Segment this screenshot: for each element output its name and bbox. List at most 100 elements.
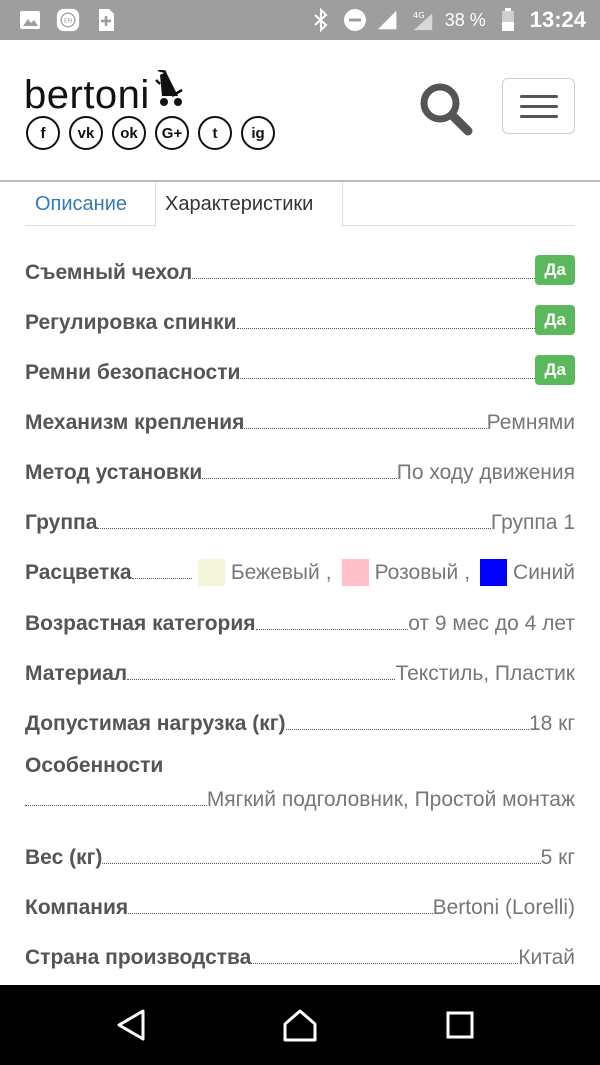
property-value: Текстиль, Пластик <box>395 662 575 685</box>
yes-badge: Да <box>535 355 575 385</box>
sim-notification-icon <box>94 8 118 32</box>
stroller-logo-icon <box>152 68 188 113</box>
property-name: Расцветка <box>25 561 132 584</box>
property-row: Компания Bertoni (Lorelli) <box>25 887 575 921</box>
svg-text:EN: EN <box>64 18 72 25</box>
color-swatch <box>341 559 369 586</box>
bluetooth-icon <box>309 8 333 32</box>
property-name: Метод установки <box>25 461 203 484</box>
dot-leader <box>192 278 536 279</box>
property-name: Особенности <box>25 754 164 777</box>
dot-leader <box>240 378 536 379</box>
clock: 13:24 <box>529 7 586 32</box>
do-not-disturb-icon <box>343 8 367 32</box>
logo-text: bertoni <box>24 73 150 117</box>
menu-bar <box>519 94 558 98</box>
property-value: Bertoni (Lorelli) <box>432 896 575 919</box>
property-name: Вес (кг) <box>25 846 103 869</box>
vk-icon[interactable]: vk <box>69 116 103 150</box>
dot-leader <box>128 913 433 914</box>
property-value: 5 кг <box>540 846 575 869</box>
property-row: Группа Группа 1 <box>25 502 575 536</box>
tab-description[interactable]: Описание <box>35 182 127 226</box>
signal-icon <box>377 8 401 32</box>
home-button[interactable] <box>260 985 340 1065</box>
color-label: Розовый <box>374 561 459 584</box>
status-bar: EN 4G 38 % 13:24 <box>0 0 600 40</box>
color-separator: , <box>325 561 332 584</box>
property-row: Метод установки По ходу движения <box>25 452 575 486</box>
property-name: Ремни безопасности <box>25 361 241 384</box>
signal-4g-icon: 4G <box>411 8 435 32</box>
property-name: Страна производства <box>25 946 252 969</box>
dot-leader <box>131 578 192 579</box>
tab-characteristics[interactable]: Характеристики <box>155 182 343 227</box>
property-row: Механизм крепления Ремнями <box>25 402 575 436</box>
back-button[interactable] <box>92 985 172 1065</box>
yes-badge: Да <box>535 255 575 285</box>
odnoklassniki-icon[interactable]: ok <box>112 116 146 150</box>
dot-leader <box>285 729 529 730</box>
svg-text:4G: 4G <box>413 10 425 20</box>
property-row: Расцветка Бежевый, Розовый, Синий <box>25 552 575 586</box>
dot-leader <box>127 679 396 680</box>
property-name: Материал <box>25 662 128 685</box>
property-name: Группа <box>25 511 98 534</box>
search-icon <box>420 83 473 136</box>
color-options: Бежевый, Розовый, Синий <box>192 559 575 586</box>
dot-leader <box>244 428 487 429</box>
property-row: Допустимая нагрузка (кг) 18 кг <box>25 703 575 737</box>
dot-leader <box>102 863 541 864</box>
property-row: Вес (кг) 5 кг <box>25 837 575 871</box>
color-swatch <box>480 559 508 586</box>
twitter-icon[interactable]: t <box>198 116 232 150</box>
color-label: Бежевый <box>230 561 320 584</box>
property-row: Регулировка спинки Да <box>25 302 575 336</box>
site-header: bertoni f vk ok G+ t ig <box>0 40 600 182</box>
google-plus-icon[interactable]: G+ <box>155 116 189 150</box>
recent-apps-button[interactable] <box>420 985 500 1065</box>
property-name: Компания <box>25 896 129 919</box>
battery-icon <box>496 8 520 32</box>
color-label: Синий <box>513 561 575 584</box>
property-row: Особенности Мягкий подголовник, Простой м… <box>25 753 575 813</box>
property-value: По ходу движения <box>396 461 575 484</box>
property-value: Группа 1 <box>490 511 575 534</box>
facebook-icon[interactable]: f <box>26 116 60 150</box>
android-navigation-bar <box>0 985 600 1065</box>
property-value: 18 кг <box>528 712 575 735</box>
battery-percent: 38 % <box>444 9 486 30</box>
property-name: Механизм крепления <box>25 411 245 434</box>
dot-leader <box>25 805 207 806</box>
color-separator: , <box>464 561 471 584</box>
instagram-icon[interactable]: ig <box>241 116 275 150</box>
property-value: Мягкий подголовник, Простой монтаж <box>206 788 575 811</box>
dot-leader <box>202 478 397 479</box>
property-row: Страна производства Китай <box>25 937 575 971</box>
menu-bar <box>519 104 558 108</box>
dot-leader <box>255 629 409 630</box>
color-swatch <box>197 559 225 586</box>
property-row: Ремни безопасности Да <box>25 352 575 386</box>
property-name: Допустимая нагрузка (кг) <box>25 712 286 735</box>
property-row: Материал Текстиль, Пластик <box>25 653 575 687</box>
property-name: Съемный чехол <box>25 261 193 284</box>
property-row: Возрастная категория от 9 мес до 4 лет <box>25 603 575 637</box>
property-name: Регулировка спинки <box>25 311 237 334</box>
property-row: Съемный чехол Да <box>25 252 575 286</box>
property-value: от 9 мес до 4 лет <box>408 612 575 635</box>
menu-bar <box>519 114 558 118</box>
home-icon <box>283 1009 317 1042</box>
dot-leader <box>236 328 536 329</box>
yes-badge: Да <box>535 305 575 335</box>
gallery-notification-icon <box>18 8 42 32</box>
dot-leader <box>97 528 491 529</box>
site-logo[interactable]: bertoni <box>24 68 188 117</box>
property-name: Возрастная категория <box>25 612 256 635</box>
property-value: Ремнями <box>486 411 575 434</box>
search-button[interactable] <box>416 80 476 138</box>
back-triangle-icon <box>117 1009 145 1041</box>
hamburger-menu-button[interactable] <box>502 78 575 134</box>
property-value: Китай <box>518 946 575 969</box>
recent-apps-square-icon <box>446 1011 474 1039</box>
